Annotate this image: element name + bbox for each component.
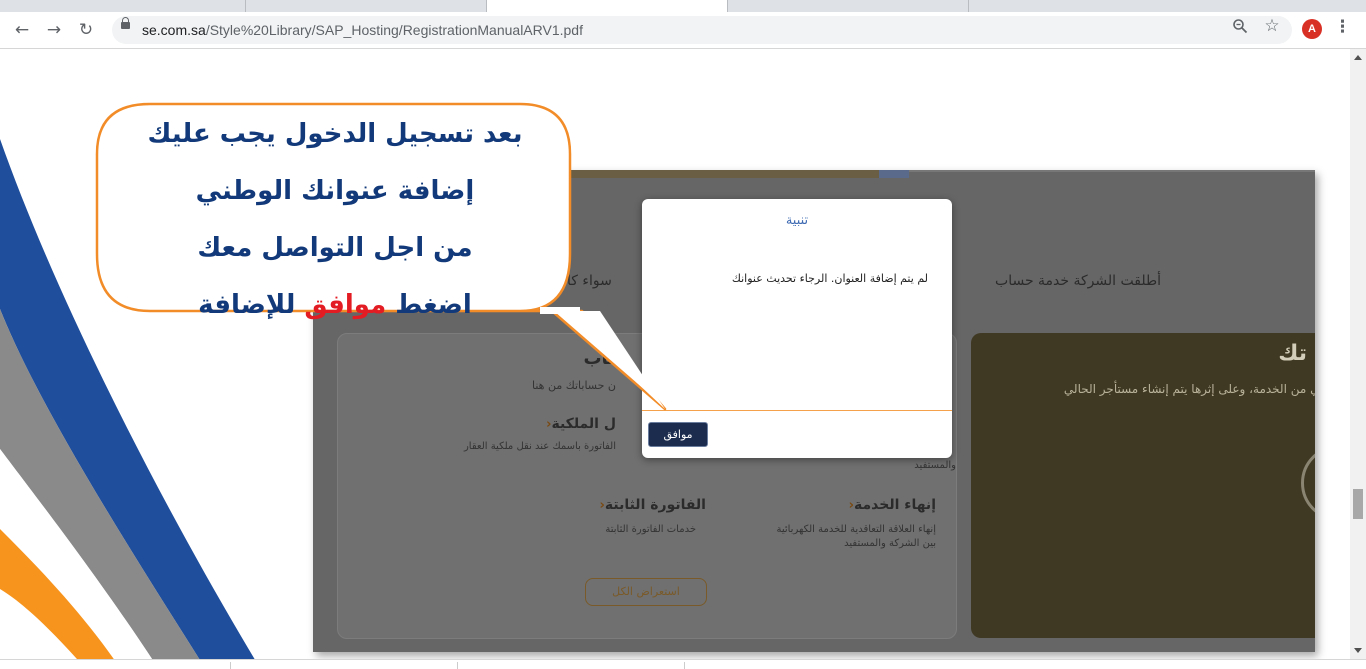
avatar[interactable]: A [1302,19,1322,39]
promo-title: تك [1278,341,1307,366]
card-heading: ساب [583,348,626,369]
callout-line: اضغط موافق للإضافة [95,277,575,334]
browser-tab-active[interactable] [487,0,728,12]
url-host: se.com.sa [142,22,206,38]
scroll-up-arrow-icon[interactable] [1354,55,1362,60]
dialog-message: لم يتم إضافة العنوان. الرجاء تحديث عنوان… [731,272,928,285]
promo-card: تك المستفيد الفعلي من الخدمة، وعلى إثرها… [971,333,1315,638]
card-subtext: ن حساباتك من هنا [531,379,616,392]
dialog-divider [642,410,952,411]
url-path: /Style%20Library/SAP_Hosting/Registratio… [205,22,583,38]
service-heading[interactable]: الفاتورة الثابتة‹ [594,497,706,513]
tab-strip [0,0,1366,12]
service-text: بين الشركة والمستفيد [844,538,936,549]
service-heading[interactable]: إنهاء الخدمة‹ [843,497,936,513]
dialog-title: تنبية [785,213,809,228]
intro-text: أطلقت الشركة خدمة حساب [995,273,1161,289]
show-all-button[interactable]: استعراض الكل [585,578,707,606]
scrollbar-thumb[interactable] [1353,489,1363,519]
service-heading-label: إنهاء الخدمة [854,497,936,513]
service-text: الفاتورة باسمك عند نقل ملكية العقار [463,441,616,452]
browser-toolbar: ← → ↻ se.com.sa/Style%20Library/SAP_Host… [0,12,1366,49]
promo-circle-icon [1301,445,1315,521]
header-strip-accent [879,170,909,178]
callout-word: اضغط [395,290,472,320]
browser-tab[interactable] [246,0,487,12]
address-bar[interactable]: se.com.sa/Style%20Library/SAP_Hosting/Re… [112,16,1292,44]
back-arrow-icon[interactable]: ← [10,18,34,42]
reload-icon[interactable]: ↻ [74,18,98,42]
scroll-down-arrow-icon[interactable] [1354,648,1362,653]
bookmark-star-icon[interactable]: ☆ [1262,16,1282,36]
callout-line: إضافة عنوانك الوطني [195,176,475,206]
service-text: خدمات الفاتورة الثابتة [605,524,696,535]
vertical-scrollbar[interactable] [1350,49,1366,659]
header-strip [567,170,907,178]
service-text: إنهاء العلاقة التعاقدية للخدمة الكهربائي… [776,524,936,535]
service-heading-label: ل الملكية [551,416,616,432]
callout-text: بعد تسجيل الدخول يجب عليك إضافة عنوانك ا… [95,106,575,334]
ok-button[interactable]: موافق [648,422,708,447]
alert-dialog: تنبية لم يتم إضافة العنوان. الرجاء تحديث… [642,199,952,458]
service-text: والمستفيد [914,460,956,471]
browser-tab[interactable] [728,0,969,12]
service-heading[interactable]: ل الملكية‹ [540,416,616,432]
browser-tab[interactable] [0,0,246,12]
url-text: se.com.sa/Style%20Library/SAP_Hosting/Re… [142,22,583,38]
service-heading-label: الفاتورة الثابتة [604,497,706,513]
callout-line: بعد تسجيل الدخول يجب عليك [147,119,523,149]
pdf-viewport: أطلقت الشركة خدمة حساب سواء كا ساب ن حسا… [0,49,1350,668]
callout-highlight: موافق [304,290,387,320]
forward-arrow-icon[interactable]: → [42,18,66,42]
zoom-icon[interactable] [1232,18,1248,34]
promo-text: المستفيد الفعلي من الخدمة، وعلى إثرها يت… [1063,382,1315,396]
callout-line: من اجل التواصل معك [197,233,473,263]
callout-word: للإضافة [198,290,296,320]
lock-icon [121,17,130,29]
menu-icon[interactable]: ⋮ [1334,17,1351,37]
